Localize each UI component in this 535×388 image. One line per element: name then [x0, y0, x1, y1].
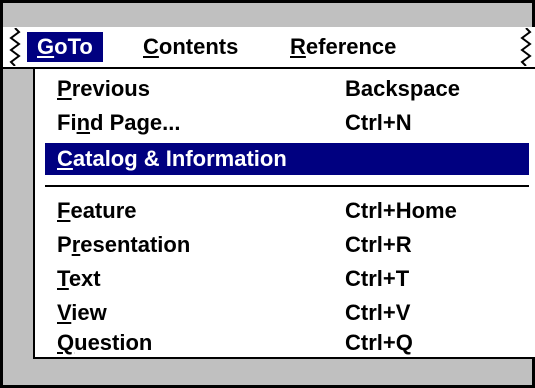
menu-item-find-page[interactable]: Find Page... Ctrl+N	[45, 107, 529, 139]
shortcut-label: Ctrl+Q	[345, 330, 413, 355]
shortcut-label: Backspace	[345, 76, 460, 101]
menu-separator	[45, 185, 529, 187]
menubar-right-edge-icon	[520, 28, 532, 66]
menu-goto[interactable]: GoTo	[27, 32, 103, 62]
menu-reference[interactable]: Reference	[280, 32, 406, 62]
shortcut-label: Ctrl+Home	[345, 198, 457, 223]
menu-bar: GoTo Contents Reference	[3, 27, 535, 69]
goto-dropdown-menu: Previous Backspace Find Page... Ctrl+N C…	[33, 67, 535, 359]
menu-item-previous[interactable]: Previous Backspace	[45, 73, 529, 105]
shortcut-label: Ctrl+T	[345, 266, 410, 291]
window-frame: GoTo Contents Reference Previous Backspa…	[0, 0, 535, 388]
shortcut-label: Ctrl+R	[345, 232, 412, 257]
menu-item-feature[interactable]: Feature Ctrl+Home	[45, 195, 529, 227]
menubar-left-edge-icon	[9, 28, 21, 66]
shortcut-label: Ctrl+N	[345, 110, 412, 135]
shortcut-label: Ctrl+V	[345, 300, 411, 325]
menu-item-question[interactable]: Question Ctrl+Q	[45, 327, 529, 359]
menu-item-view[interactable]: View Ctrl+V	[45, 297, 529, 329]
menu-contents[interactable]: Contents	[133, 32, 248, 62]
menu-item-catalog-information[interactable]: Catalog & Information	[45, 143, 529, 175]
menu-item-presentation[interactable]: Presentation Ctrl+R	[45, 229, 529, 261]
menu-item-text[interactable]: Text Ctrl+T	[45, 263, 529, 295]
